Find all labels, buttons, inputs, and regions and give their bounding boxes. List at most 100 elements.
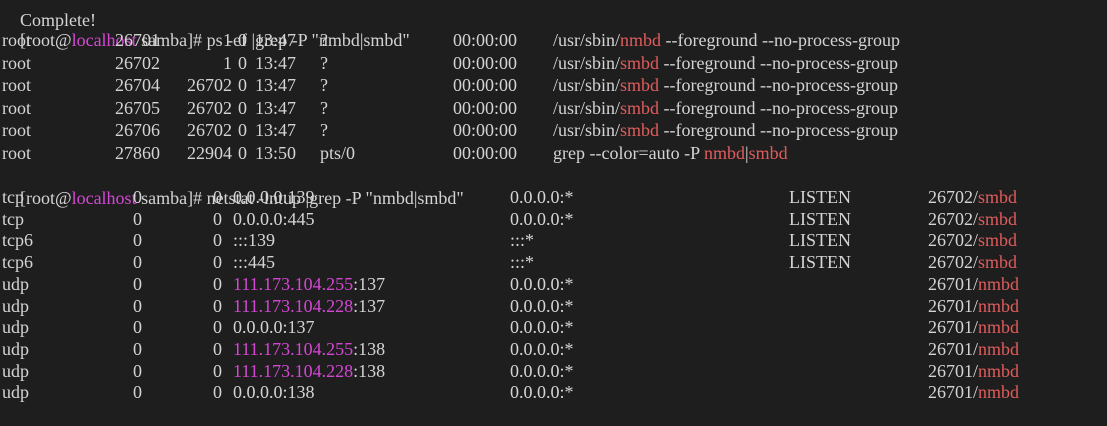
net-proto: udp <box>2 360 29 381</box>
net-proto: udp <box>2 382 29 403</box>
ps-stime: 13:47 <box>255 30 297 50</box>
ps-ppid: 1 <box>223 52 232 73</box>
ps-c: 0 <box>238 120 247 140</box>
ps-ppid: 26702 <box>187 97 232 118</box>
net-program: nmbd <box>978 360 1020 381</box>
ps-ppid: 26702 <box>187 75 232 95</box>
net-proto: udp <box>2 273 29 294</box>
net-program: nmbd <box>978 273 1020 294</box>
ps-stime: 13:47 <box>255 75 297 95</box>
ps-cmd: /usr/sbin/smbd --foreground --no-process… <box>553 52 898 74</box>
net-sendq: 0 <box>213 230 222 251</box>
net-pid-program: 26701/nmbd <box>928 381 1019 403</box>
net-local-address: 0.0.0.0:138 <box>233 381 315 403</box>
ps-row: root 27860 22904 0 13:50 pts/0 00:00:00 grep --… <box>2 142 1102 164</box>
net-sendq: 0 <box>213 338 222 359</box>
net-proto: tcp6 <box>2 252 33 273</box>
netstat-row: tcp6 0 0:::445:::* LISTEN 26702/smbd <box>2 251 1102 273</box>
net-program: nmbd <box>978 295 1020 316</box>
ps-cmd-match: smbd <box>620 97 660 118</box>
ps-pid: 26701 <box>115 30 160 50</box>
ps-c: 0 <box>238 30 247 50</box>
net-foreign: 0.0.0.0:* <box>510 317 574 338</box>
net-foreign: 0.0.0.0:* <box>510 360 574 381</box>
net-local-address: 111.173.104.228:138 <box>233 360 385 382</box>
ps-c: 0 <box>238 142 247 163</box>
net-local-plain: :::139 <box>233 230 276 251</box>
net-proto: tcp <box>2 208 24 229</box>
net-recvq: 0 <box>133 187 142 207</box>
net-local-address: 0.0.0.0:137 <box>233 316 315 338</box>
ps-ppid: 22904 <box>187 142 232 163</box>
net-program: nmbd <box>978 338 1020 359</box>
net-local-ip: 111.173.104.228 <box>233 295 354 316</box>
ps-cmd-args: --foreground --no-process-group <box>661 30 900 50</box>
ps-c: 0 <box>238 52 247 73</box>
net-foreign: :::* <box>510 230 535 251</box>
net-proto: udp <box>2 295 29 316</box>
ps-c: 0 <box>238 75 247 95</box>
netstat-row: udp 0 0 111.173.104.255:138 0.0.0.0:* 26701/n… <box>2 338 1102 360</box>
net-local-address: 0.0.0.0:139 <box>233 186 315 208</box>
ps-tty: ? <box>320 120 328 140</box>
ps-tty: ? <box>320 75 328 95</box>
ps-user: root <box>2 52 31 73</box>
ps-cmd-match: nmbd <box>620 30 662 50</box>
net-recvq: 0 <box>133 338 142 359</box>
net-pid-program: 26701/nmbd <box>928 295 1019 317</box>
net-pid: 26702/ <box>928 187 979 207</box>
net-state: LISTEN <box>789 230 851 251</box>
netstat-row: tcp6 0 0:::139:::* LISTEN 26702/smbd <box>2 229 1102 251</box>
net-proto: udp <box>2 317 29 338</box>
net-sendq: 0 <box>213 273 222 294</box>
net-foreign: :::* <box>510 252 535 273</box>
ps-row: root 26706 26702 0 13:47? 00:00:00/usr/sbin/s… <box>2 119 1102 141</box>
net-pid-program: 26701/nmbd <box>928 360 1019 382</box>
ps-pid: 27860 <box>115 142 160 163</box>
net-recvq: 0 <box>133 382 142 403</box>
ps-cmd-match: smbd <box>620 75 660 95</box>
ps-cmd-args: --foreground --no-process-group <box>659 120 898 140</box>
ps-cmd-args: --foreground --no-process-group <box>659 97 898 118</box>
ps-ppid: 26702 <box>187 120 232 140</box>
net-recvq: 0 <box>133 360 142 381</box>
net-recvq: 0 <box>133 208 142 229</box>
net-pid-program: 26701/nmbd <box>928 316 1019 338</box>
net-sendq: 0 <box>213 208 222 229</box>
netstat-row: tcp 0 0 0.0.0.0:139 0.0.0.0:* LISTEN 26702/smb… <box>2 186 1102 208</box>
ps-cmd: /usr/sbin/nmbd --foreground --no-process… <box>553 29 900 51</box>
netstat-row: udp 0 0 0.0.0.0:138 0.0.0.0:* 26701/nmbd <box>2 381 1102 403</box>
net-local-ip: 111.173.104.228 <box>233 360 354 381</box>
net-local-plain: :::445 <box>233 252 276 273</box>
net-local-address: 111.173.104.228:137 <box>233 295 385 317</box>
net-state: LISTEN <box>789 208 851 229</box>
ps-time: 00:00:00 <box>453 75 518 95</box>
net-local-address: 111.173.104.255:137 <box>233 273 385 295</box>
net-state: LISTEN <box>789 187 851 207</box>
net-pid-program: 26702/smbd <box>928 208 1017 230</box>
net-pid: 26701/ <box>928 317 979 338</box>
net-pid: 26702/ <box>928 252 979 273</box>
net-state: LISTEN <box>789 252 851 273</box>
net-sendq: 0 <box>213 317 222 338</box>
prompt-line-3[interactable]: [root@localhost samba]# <box>2 403 222 425</box>
net-local-address: :::139 <box>233 229 275 251</box>
net-local-port: :137 <box>353 273 386 294</box>
ps-cmd-match: smbd <box>748 142 788 163</box>
net-recvq: 0 <box>133 252 142 273</box>
ps-cmd-path: grep --color=auto -P <box>553 142 704 163</box>
net-foreign: 0.0.0.0:* <box>510 338 574 359</box>
net-program: smbd <box>978 252 1018 273</box>
terminal-window[interactable]: Complete! [root@localhost samba]# ps -ef… <box>0 0 1107 426</box>
ps-time: 00:00:00 <box>453 142 518 163</box>
ps-cmd-path: /usr/sbin/ <box>553 52 621 73</box>
ps-pid: 26706 <box>115 120 160 140</box>
ps-tty: ? <box>320 97 328 118</box>
net-pid-program: 26702/smbd <box>928 229 1017 251</box>
ps-cmd-match: smbd <box>620 120 660 140</box>
ps-tty: ? <box>320 30 328 50</box>
net-pid: 26702/ <box>928 230 979 251</box>
netstat-row: tcp 0 0 0.0.0.0:445 0.0.0.0:* LISTEN 26702/smb… <box>2 208 1102 230</box>
net-recvq: 0 <box>133 273 142 294</box>
ps-pid: 26705 <box>115 97 160 118</box>
